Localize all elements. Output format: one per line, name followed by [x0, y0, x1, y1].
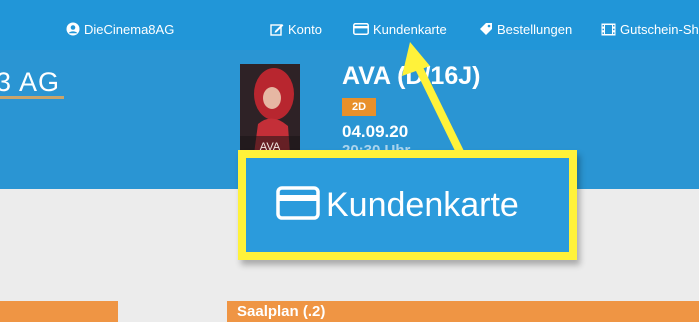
kundenkarte-callout: Kundenkarte [238, 150, 577, 260]
callout-label: Kundenkarte [326, 185, 519, 224]
screenshot-page: DieCinema8AG Konto Kundenkarte Bestellun… [0, 0, 699, 322]
card-icon [276, 185, 320, 225]
kundenkarte-callout-button[interactable]: Kundenkarte [246, 158, 569, 252]
